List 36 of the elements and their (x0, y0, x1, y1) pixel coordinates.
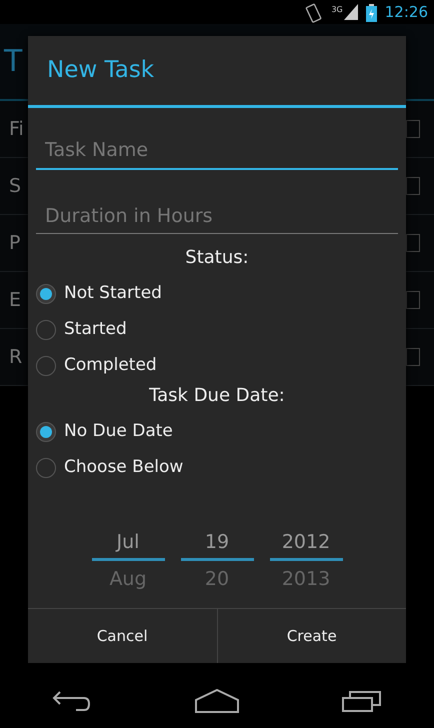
section-label: Status: (184, 246, 250, 270)
app-title: T (4, 43, 22, 81)
clock: 12:26 (384, 2, 428, 23)
radio-button[interactable] (36, 356, 56, 376)
radio-button[interactable] (36, 422, 56, 442)
checkbox[interactable] (406, 348, 420, 366)
option-label: Choose Below (64, 456, 184, 480)
home-icon[interactable] (194, 688, 239, 712)
section-label: Task Due Date: (148, 384, 286, 408)
text-field[interactable]: Task Name (36, 128, 398, 170)
checkbox[interactable] (406, 291, 420, 309)
radio-button[interactable] (36, 458, 56, 478)
list-item-label: P (9, 230, 20, 256)
dialog-button[interactable]: Cancel (28, 609, 216, 663)
picker-value[interactable]: 19 (180, 523, 254, 561)
checkbox[interactable] (406, 120, 420, 138)
picker-value[interactable]: 2012 (270, 523, 342, 561)
recent-apps-icon[interactable] (342, 688, 382, 712)
radio-button[interactable] (36, 320, 56, 340)
option-label: No Due Date (64, 420, 173, 444)
list-item-label: E (9, 288, 22, 313)
list-item-label: R (9, 344, 22, 370)
option-label: Not Started (64, 282, 162, 306)
dialog-button[interactable]: Create (216, 609, 406, 663)
checkbox[interactable] (406, 177, 420, 195)
picker-value[interactable]: Jul (92, 523, 164, 561)
back-icon[interactable] (52, 688, 92, 712)
option-label: Started (64, 318, 127, 342)
option-label: Completed (64, 354, 157, 378)
list-item-label: Fi (9, 116, 24, 142)
radio-button[interactable] (36, 284, 56, 304)
list-item-label: S (9, 174, 22, 199)
checkbox[interactable] (406, 234, 420, 252)
text-field[interactable]: Duration in Hours (36, 194, 398, 234)
rotate-icon (305, 0, 324, 24)
dialog-title: New Task (28, 36, 406, 108)
